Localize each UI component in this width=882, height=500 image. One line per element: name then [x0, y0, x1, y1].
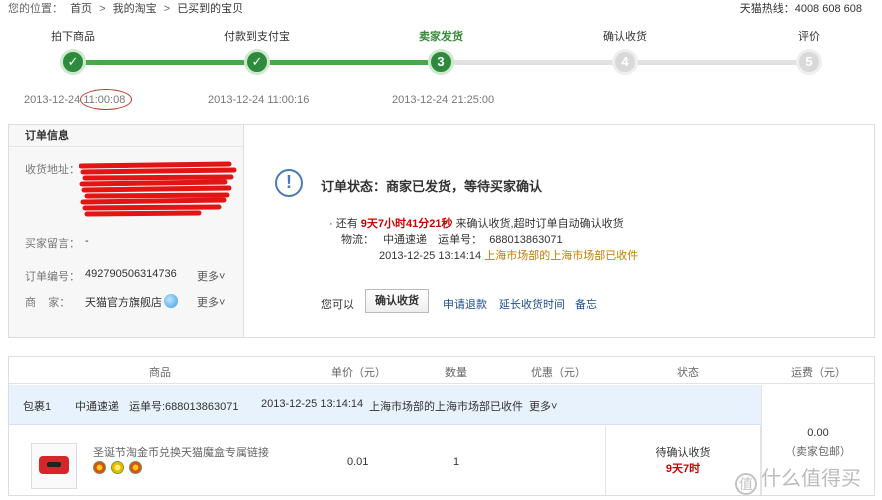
step-label-2: 付款到支付宝 — [224, 31, 290, 43]
step-time-3: 2013-12-24 21:25:00 — [392, 94, 495, 106]
flower-badge-icon — [93, 461, 106, 474]
step-check-icon: ✓ — [244, 49, 270, 75]
hotline: 天猫热线：4008 608 608 — [739, 3, 862, 15]
breadcrumb-my-taobao[interactable]: 我的淘宝 — [113, 3, 157, 15]
tracking-line: 2013-12-25 13:14:14 上海市场部的上海市场部已收件 — [379, 247, 638, 263]
waybill-label: 运单号： — [438, 234, 483, 246]
order-info-panel: 订单信息 收货地址： 买家留言： - 订单编号： 492790506314736… — [9, 125, 244, 337]
breadcrumb-home[interactable]: 首页 — [70, 3, 92, 15]
seller-more-link[interactable]: 更多˅ — [197, 294, 225, 310]
step-number-3: 3 — [428, 49, 454, 75]
order-info-box: 订单信息 收货地址： 买家留言： - 订单编号： 492790506314736… — [8, 124, 875, 338]
tracking-time: 2013-12-25 13:14:14 — [379, 250, 482, 262]
chevron-down-icon: ˅ — [551, 401, 558, 413]
breadcrumb-prefix: 您的位置： — [8, 3, 63, 15]
order-status-panel: ! 订单状态：商家已发货，等待买家确认 · 还有 9天7小时41分21秒 来确认… — [245, 125, 875, 337]
order-progress: 拍下商品 付款到支付宝 卖家发货 确认收货 评价 ✓ ✓ 3 4 5 2013-… — [0, 20, 882, 110]
chevron-down-icon: ˅ — [219, 271, 226, 283]
logistics-label: 物流： — [341, 234, 374, 246]
confirm-receipt-button[interactable]: 确认收货 — [365, 289, 429, 313]
message-value: - — [85, 235, 89, 247]
more-label: 更多 — [197, 297, 219, 309]
flower-badge-icon — [129, 461, 142, 474]
countdown-remaining: 9天7小时41分21秒 — [360, 218, 453, 230]
flower-badge-icon — [111, 461, 124, 474]
seller-name[interactable]: 天猫官方旗舰店 — [85, 294, 178, 310]
order-number: 492790506314736 — [85, 268, 177, 280]
exclamation-icon: ! — [275, 169, 303, 197]
package-carrier: 中通速递 — [75, 401, 119, 413]
message-label: 买家留言： — [25, 238, 80, 250]
product-quantity: 1 — [453, 456, 460, 468]
step-number-4: 4 — [612, 49, 638, 75]
confirm-countdown-line: · 还有 9天7小时41分21秒 来确认收货,超时订单自动确认收货 — [329, 215, 624, 231]
site-watermark: 值什么值得买 — [735, 462, 861, 495]
package-waybill: 运单号:688013863071 — [129, 401, 239, 413]
step-check-icon: ✓ — [60, 49, 86, 75]
package-row: 包裹1 中通速递 运单号:688013863071 2013-12-25 13:… — [9, 385, 761, 425]
carrier-name: 中通速递 — [383, 234, 428, 246]
order-no-label: 订单编号： — [25, 271, 80, 283]
breadcrumb-current: 已买到的宝贝 — [177, 3, 244, 15]
order-info-title: 订单信息 — [9, 125, 243, 147]
step-label-4: 确认收货 — [603, 31, 647, 43]
step-label-3: 卖家发货 — [419, 31, 463, 43]
header-price: 单价（元） — [331, 367, 386, 379]
step-time-2: 2013-12-24 11:00:16 — [208, 94, 310, 106]
package-name: 包裹1 — [23, 401, 52, 413]
address-label: 收货地址： — [25, 164, 80, 176]
package-message: 上海市场部的上海市场部已收件 — [369, 401, 523, 413]
redacted-address-scribble — [79, 161, 237, 217]
order-more-link[interactable]: 更多˅ — [197, 268, 225, 284]
step-number-5: 5 — [796, 49, 822, 75]
smzdm-logo-icon: 值 — [735, 473, 757, 495]
step-label-1: 拍下商品 — [51, 31, 95, 43]
logistics-line: 物流： 中通速递 运单号： 688013863071 — [341, 231, 563, 247]
package-more-link[interactable]: 更多˅ — [529, 398, 557, 414]
product-status: 待确认收货 — [655, 447, 711, 459]
wangwang-chat-icon[interactable] — [164, 294, 178, 308]
memo-link[interactable]: 备忘 — [575, 296, 597, 312]
step-label-5: 评价 — [798, 31, 820, 43]
top-bar: 您的位置： 首页 > 我的淘宝 > 已买到的宝贝 天猫热线：4008 608 6… — [0, 0, 882, 16]
red-circle-annotation — [80, 89, 132, 110]
shipping-fee: 0.00 — [807, 427, 829, 439]
product-price: 0.01 — [347, 456, 369, 468]
tmall-box-image — [39, 456, 69, 474]
countdown-prefix: · 还有 — [329, 218, 361, 230]
header-shipping: 运费（元） — [791, 367, 846, 379]
package-time: 2013-12-25 13:14:14 — [261, 398, 364, 410]
countdown-suffix: 来确认收货,超时订单自动确认收货 — [452, 218, 624, 230]
shipping-note: （卖家包邮） — [785, 446, 851, 458]
table-header: 商品 单价（元） 数量 优惠（元） 状态 运费（元） — [9, 357, 874, 384]
more-label: 更多 — [197, 271, 219, 283]
more-label: 更多 — [529, 401, 551, 413]
header-qty: 数量 — [445, 367, 467, 379]
watermark-text: 什么值得买 — [761, 468, 861, 490]
table-row: 圣诞节淘金币兑换天猫魔盒专属链接 0.01 1 待确认收货 9天7时 — [9, 426, 761, 495]
tracking-message: 上海市场部的上海市场部已收件 — [484, 250, 639, 262]
header-discount: 优惠（元） — [531, 367, 586, 379]
product-thumbnail[interactable] — [31, 443, 77, 489]
breadcrumb: 您的位置： 首页 > 我的淘宝 > 已买到的宝贝 — [8, 0, 247, 16]
refund-link[interactable]: 申请退款 — [443, 296, 487, 312]
chevron-down-icon: ˅ — [219, 297, 226, 309]
waybill-number: 688013863071 — [489, 234, 563, 246]
seller-name-text: 天猫官方旗舰店 — [85, 297, 162, 309]
extend-receipt-link[interactable]: 延长收货时间 — [499, 296, 565, 312]
actions-label: 您可以 — [321, 299, 354, 311]
breadcrumb-separator: > — [99, 3, 106, 15]
status-title: 订单状态：商家已发货，等待买家确认 — [321, 179, 543, 194]
seller-label: 商 家： — [25, 297, 71, 309]
breadcrumb-separator: > — [163, 3, 171, 15]
header-product: 商品 — [149, 367, 171, 379]
header-status: 状态 — [677, 367, 699, 379]
product-name-link[interactable]: 圣诞节淘金币兑换天猫魔盒专属链接 — [93, 444, 269, 460]
